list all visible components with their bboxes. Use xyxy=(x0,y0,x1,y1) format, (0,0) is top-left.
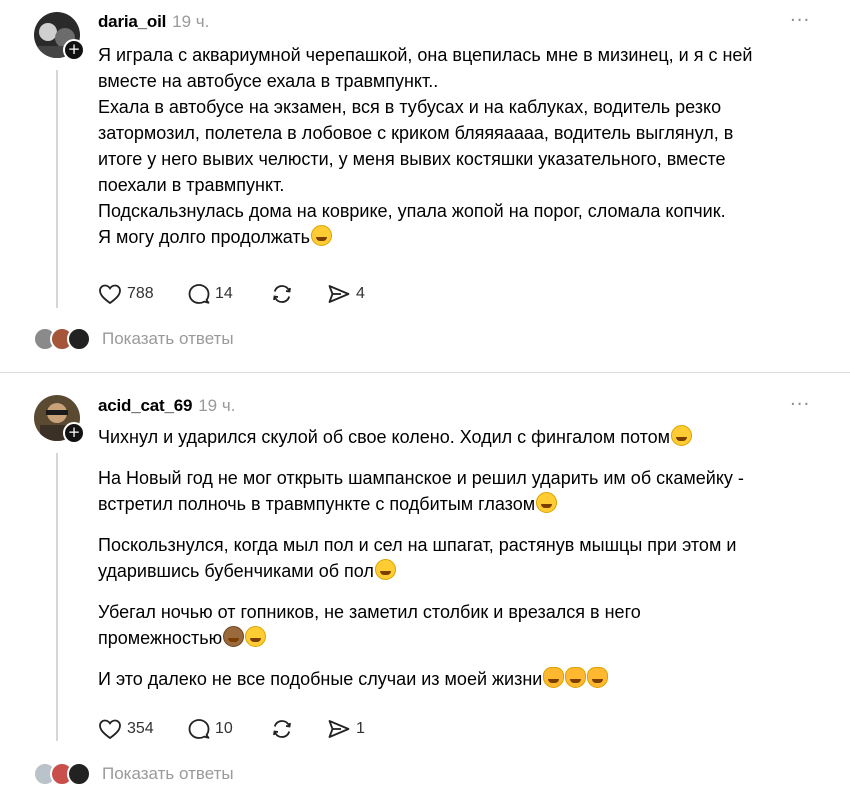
follow-plus-icon[interactable]: + xyxy=(63,422,85,444)
like-button[interactable]: 354 xyxy=(98,716,154,742)
text-paragraph: Поскользнулся, когда мыл пол и сел на шп… xyxy=(98,532,828,584)
text-line: Я играла с аквариумной черепашкой, она в… xyxy=(98,45,753,65)
see-no-evil-monkey-emoji-icon xyxy=(223,626,245,647)
post-header: acid_cat_69 19 ч. xyxy=(98,396,235,420)
text-line: промежностью xyxy=(98,625,828,651)
post-acid-cat-69: + acid_cat_69 19 ч. ··· Чихнул и ударился… xyxy=(0,373,850,805)
share-count: 1 xyxy=(356,720,365,737)
comment-icon xyxy=(188,719,210,739)
text-paragraph: И это далеко не все подобные случаи из м… xyxy=(98,666,828,692)
timestamp[interactable]: 19 ч. xyxy=(172,12,209,31)
text-line: итоге у него вывих челюсти, у меня вывих… xyxy=(98,149,726,169)
text-line: Убегал ночью от гопников, не заметил сто… xyxy=(98,602,641,622)
timestamp[interactable]: 19 ч. xyxy=(198,396,235,415)
comment-button[interactable]: 14 xyxy=(188,281,233,307)
repost-button[interactable] xyxy=(270,281,294,307)
text-line: Я могу долго продолжать xyxy=(98,224,828,250)
text-paragraph: Убегал ночью от гопников, не заметил сто… xyxy=(98,599,828,651)
text-fragment: Я могу долго продолжать xyxy=(98,227,311,247)
share-button[interactable]: 4 xyxy=(327,281,365,307)
show-replies-row[interactable]: Показать ответы xyxy=(33,762,234,786)
text-fragment: промежностью xyxy=(98,628,223,648)
thread-line xyxy=(56,453,58,741)
post-header: daria_oil 19 ч. xyxy=(98,12,209,36)
text-line: И это далеко не все подобные случаи из м… xyxy=(98,666,828,692)
cat-emoji-icon xyxy=(587,667,609,688)
text-line: Подскальзнулась дома на коврике, упала ж… xyxy=(98,201,726,221)
text-line: Чихнул и ударился скулой об свое колено.… xyxy=(98,424,828,450)
heart-icon xyxy=(99,284,121,305)
cat-emoji-icon xyxy=(543,667,565,688)
text-line: поехали в травмпункт. xyxy=(98,175,285,195)
text-fragment: ударившись бубенчиками об пол xyxy=(98,561,374,581)
text-fragment: Чихнул и ударился скулой об свое колено.… xyxy=(98,427,671,447)
text-paragraph: На Новый год не мог открыть шампанское и… xyxy=(98,465,828,517)
follow-plus-icon[interactable]: + xyxy=(63,39,85,61)
text-fragment: И это далеко не все подобные случаи из м… xyxy=(98,669,543,689)
show-replies-link[interactable]: Показать ответы xyxy=(102,764,234,784)
post-text: Я играла с аквариумной черепашкой, она в… xyxy=(98,42,828,250)
like-button[interactable]: 788 xyxy=(98,281,154,307)
send-icon xyxy=(328,720,350,738)
grinning-sweat-emoji-icon xyxy=(311,225,333,246)
reply-avatar xyxy=(67,327,91,351)
comment-count: 14 xyxy=(215,285,233,302)
show-replies-link[interactable]: Показать ответы xyxy=(102,329,234,349)
post-text: Чихнул и ударился скулой об свое колено.… xyxy=(98,424,828,707)
text-paragraph: Чихнул и ударился скулой об свое колено.… xyxy=(98,424,828,450)
send-icon xyxy=(328,285,350,303)
show-replies-row[interactable]: Показать ответы xyxy=(33,327,234,351)
cat-emoji-icon xyxy=(565,667,587,688)
text-line: Поскользнулся, когда мыл пол и сел на шп… xyxy=(98,535,737,555)
comment-count: 10 xyxy=(215,720,233,737)
text-line: затормозил, полетела в лобовое с криком … xyxy=(98,123,734,143)
more-dots-icon[interactable]: ··· xyxy=(790,10,810,31)
text-line: ударившись бубенчиками об пол xyxy=(98,558,828,584)
like-count: 354 xyxy=(127,720,154,737)
reply-avatar xyxy=(67,762,91,786)
post-daria-oil: + daria_oil 19 ч. ··· Я играла с аквариум… xyxy=(0,0,850,372)
post-avatar[interactable]: + xyxy=(34,12,85,62)
post-avatar[interactable]: + xyxy=(34,395,85,445)
repost-icon xyxy=(273,720,291,738)
like-count: 788 xyxy=(127,285,154,302)
comment-icon xyxy=(188,284,210,304)
username[interactable]: acid_cat_69 xyxy=(98,396,192,415)
grinning-sweat-emoji-icon xyxy=(374,559,396,580)
heart-icon xyxy=(99,719,121,740)
share-button[interactable]: 1 xyxy=(327,716,365,742)
text-line: вместе на автобусе ехала в травмпункт.. xyxy=(98,71,439,91)
text-line: На Новый год не мог открыть шампанское и… xyxy=(98,468,744,488)
grinning-sweat-emoji-icon xyxy=(245,626,267,647)
repost-button[interactable] xyxy=(270,716,294,742)
grinning-sweat-emoji-icon xyxy=(671,425,693,446)
more-dots-icon[interactable]: ··· xyxy=(790,394,810,415)
share-count: 4 xyxy=(356,285,365,302)
text-fragment: встретил полночь в травмпункте с подбиты… xyxy=(98,494,536,514)
text-line: Ехала в автобусе на экзамен, вся в тубус… xyxy=(98,97,722,117)
grinning-sweat-emoji-icon xyxy=(536,492,558,513)
thread-line xyxy=(56,70,58,308)
repost-icon xyxy=(273,285,291,303)
username[interactable]: daria_oil xyxy=(98,12,166,31)
comment-button[interactable]: 10 xyxy=(188,716,233,742)
text-line: встретил полночь в травмпункте с подбиты… xyxy=(98,491,828,517)
